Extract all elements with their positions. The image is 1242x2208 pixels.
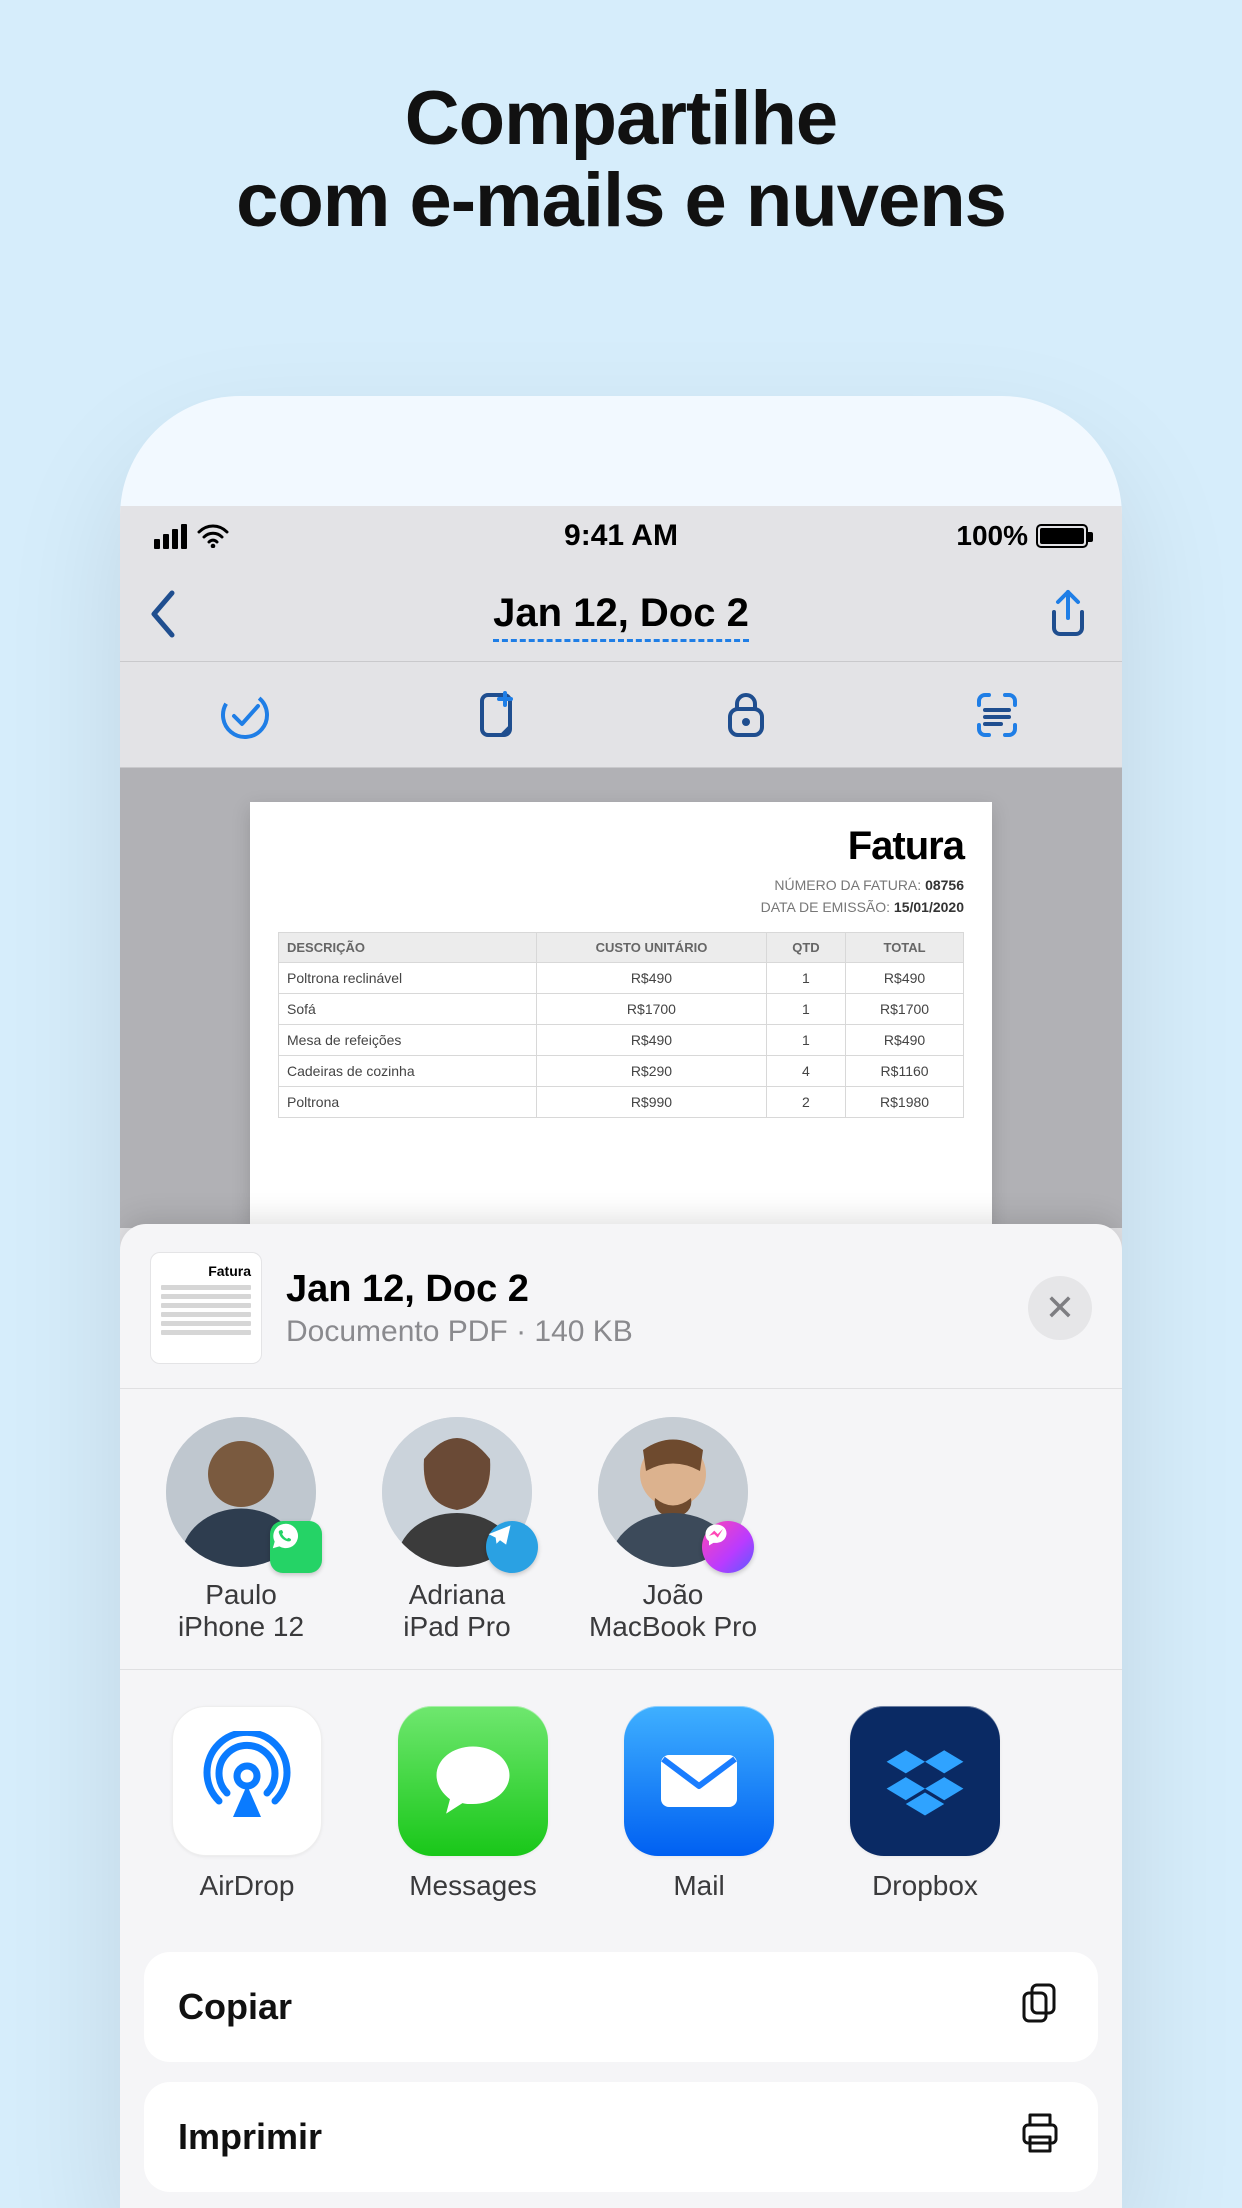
phone-frame: 9:41 AM 100% Jan 12, Doc 2: [120, 396, 1122, 2208]
share-app-mail[interactable]: Mail: [614, 1706, 784, 1902]
dropbox-icon: [850, 1706, 1000, 1856]
share-sheet-header: Fatura Jan 12, Doc 2 Documento PDF · 140…: [120, 1224, 1122, 1389]
table-row: Cadeiras de cozinhaR$2904R$1160: [279, 1056, 964, 1087]
table-row: SofáR$17001R$1700: [279, 994, 964, 1025]
ocr-scan-button[interactable]: [967, 685, 1027, 745]
nav-title[interactable]: Jan 12, Doc 2: [268, 591, 974, 636]
document-toolbar: [120, 662, 1122, 768]
battery-percent: 100%: [956, 520, 1028, 552]
app-label: Mail: [614, 1870, 784, 1902]
share-action-copy[interactable]: Copiar: [144, 1952, 1098, 2062]
share-apps-row: AirDrop Messages Mail Dropbox: [120, 1670, 1122, 1932]
contact-name: AdrianaiPad Pro: [372, 1579, 542, 1643]
share-contact[interactable]: AdrianaiPad Pro: [372, 1417, 542, 1643]
lock-button[interactable]: [716, 685, 776, 745]
whatsapp-badge-icon: [270, 1521, 322, 1573]
navigation-bar: Jan 12, Doc 2: [120, 566, 1122, 662]
share-contact[interactable]: JoãoMacBook Pro: [588, 1417, 758, 1643]
close-button[interactable]: ✕: [1028, 1276, 1092, 1340]
invoice-paper: Fatura NÚMERO DA FATURA: 08756 DATA DE E…: [250, 802, 992, 1228]
document-thumbnail: Fatura: [150, 1252, 262, 1364]
nav-title-text: Jan 12, Doc 2: [493, 591, 749, 642]
table-row: Poltrona reclinávelR$4901R$490: [279, 963, 964, 994]
share-actions-list: Copiar Imprimir: [120, 1952, 1122, 2192]
invoice-title: Fatura: [278, 824, 964, 869]
signal-icon: [154, 524, 187, 549]
share-sheet: Fatura Jan 12, Doc 2 Documento PDF · 140…: [120, 1224, 1122, 2208]
share-app-airdrop[interactable]: AirDrop: [162, 1706, 332, 1902]
share-contact[interactable]: PauloiPhone 12: [156, 1417, 326, 1643]
app-label: AirDrop: [162, 1870, 332, 1902]
status-bar: 9:41 AM 100%: [120, 506, 1122, 566]
app-label: Messages: [388, 1870, 558, 1902]
action-label: Imprimir: [178, 2116, 322, 2158]
invoice-col-header: DESCRIÇÃO: [279, 933, 537, 963]
action-label: Copiar: [178, 1986, 292, 2028]
mail-icon: [624, 1706, 774, 1856]
back-button[interactable]: [148, 589, 178, 639]
messenger-badge-icon: [702, 1521, 754, 1573]
share-button[interactable]: [1042, 588, 1094, 640]
status-time: 9:41 AM: [354, 519, 888, 553]
contact-name: JoãoMacBook Pro: [588, 1579, 758, 1643]
promo-line1: Compartilhe: [0, 78, 1242, 160]
invoice-table: DESCRIÇÃOCUSTO UNITÁRIOQTDTOTAL Poltrona…: [278, 932, 964, 1118]
avatar: [598, 1417, 748, 1567]
document-preview[interactable]: Fatura NÚMERO DA FATURA: 08756 DATA DE E…: [120, 768, 1122, 1228]
promo-line2: com e-mails e nuvens: [0, 160, 1242, 242]
share-doc-title: Jan 12, Doc 2: [286, 1268, 1004, 1311]
invoice-col-header: TOTAL: [846, 933, 964, 963]
battery-icon: [1036, 524, 1088, 548]
avatar: [382, 1417, 532, 1567]
share-action-print[interactable]: Imprimir: [144, 2082, 1098, 2192]
invoice-meta: NÚMERO DA FATURA: 08756 DATA DE EMISSÃO:…: [278, 875, 964, 918]
table-row: PoltronaR$9902R$1980: [279, 1087, 964, 1118]
app-label: Dropbox: [840, 1870, 1010, 1902]
contact-name: PauloiPhone 12: [156, 1579, 326, 1643]
invoice-col-header: QTD: [766, 933, 845, 963]
promo-headline: Compartilhe com e-mails e nuvens: [0, 0, 1242, 242]
share-app-dropbox[interactable]: Dropbox: [840, 1706, 1010, 1902]
share-app-messages[interactable]: Messages: [388, 1706, 558, 1902]
telegram-badge-icon: [486, 1521, 538, 1573]
add-page-button[interactable]: [466, 685, 526, 745]
invoice-col-header: CUSTO UNITÁRIO: [537, 933, 767, 963]
airdrop-icon: [172, 1706, 322, 1856]
avatar: [166, 1417, 316, 1567]
table-row: Mesa de refeiçõesR$4901R$490: [279, 1025, 964, 1056]
share-contacts-row: PauloiPhone 12 AdrianaiPad Pro JoãoMacBook…: [120, 1389, 1122, 1670]
copy-icon: [1016, 1979, 1064, 2036]
close-icon: ✕: [1045, 1287, 1075, 1329]
messages-icon: [398, 1706, 548, 1856]
wifi-icon: [197, 524, 229, 548]
print-icon: [1016, 2109, 1064, 2166]
share-doc-subtitle: Documento PDF · 140 KB: [286, 1315, 1004, 1349]
select-done-button[interactable]: [215, 685, 275, 745]
